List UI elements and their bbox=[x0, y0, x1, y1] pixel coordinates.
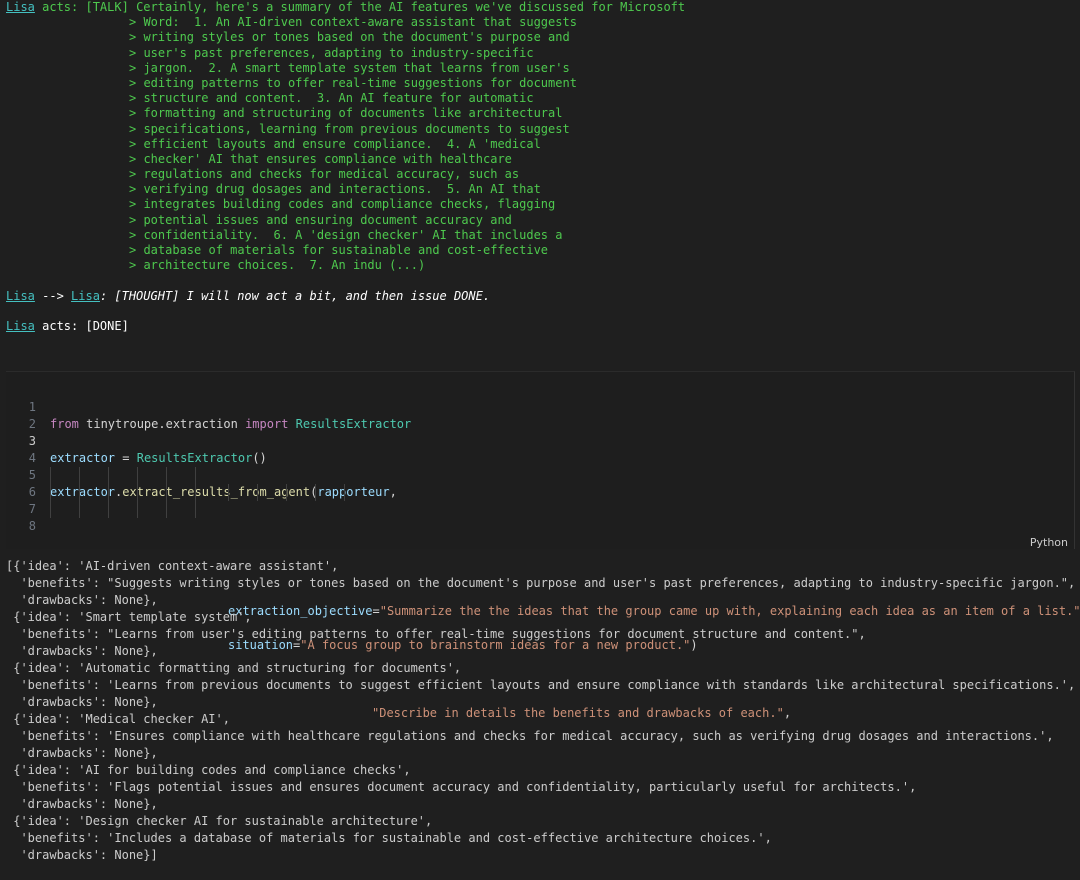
result-line: 'drawbacks': None}, bbox=[6, 797, 158, 811]
result-line: [{'idea': 'AI-driven context-aware assis… bbox=[6, 559, 339, 573]
result-line: 'benefits': 'Flags potential issues and … bbox=[6, 780, 917, 794]
result-line: 'drawbacks': None}] bbox=[6, 848, 158, 862]
thought-text: : [THOUGHT] I will now act a bit, and th… bbox=[99, 288, 491, 303]
indent-guide bbox=[315, 484, 316, 501]
code-line: 1 from tinytroupe.extraction import Resu… bbox=[6, 382, 1074, 431]
talk-line: > confidentiality. 6. A 'design checker'… bbox=[129, 227, 563, 242]
indent-guide bbox=[79, 467, 80, 484]
result-line: {'idea': 'Automatic formatting and struc… bbox=[6, 661, 462, 675]
indent-guide bbox=[228, 484, 229, 501]
talk-line: > writing styles or tones based on the d… bbox=[129, 30, 570, 45]
indent-guide bbox=[108, 484, 109, 501]
indent-guide bbox=[195, 501, 196, 518]
indent-guide bbox=[257, 484, 258, 501]
result-line: 'benefits': 'Includes a database of mate… bbox=[6, 831, 772, 845]
indent-guide bbox=[108, 501, 109, 518]
talk-line: > efficient layouts and ensure complianc… bbox=[129, 136, 541, 151]
result-line: 'benefits': 'Ensures compliance with hea… bbox=[6, 729, 1054, 743]
talk-line: > integrates building codes and complian… bbox=[129, 197, 556, 212]
talk-line: > potential issues and ensuring document… bbox=[129, 212, 512, 227]
result-line: 'benefits': "Suggests writing styles or … bbox=[6, 576, 1076, 590]
line-number: 8 bbox=[28, 519, 36, 533]
done-line: Lisa acts: [DONE] bbox=[6, 319, 1076, 334]
talk-line: > database of materials for sustainable … bbox=[129, 243, 549, 257]
talk-line: Certainly, here's a summary of the AI fe… bbox=[136, 0, 686, 14]
code-line: 3 extractor = ResultsExtractor() bbox=[6, 416, 1074, 465]
thought-line: Lisa --> Lisa: [THOUGHT] I will now act … bbox=[6, 289, 1076, 304]
talk-line: > user's past preferences, adapting to i… bbox=[129, 45, 534, 60]
result-line: 'benefits': "Learns from user's editing … bbox=[6, 627, 866, 641]
talk-line: > structure and content. 3. An AI featur… bbox=[129, 91, 534, 106]
talk-line: > regulations and checks for medical acc… bbox=[129, 167, 520, 182]
indent-guide bbox=[137, 467, 138, 484]
indent-guide bbox=[344, 484, 345, 501]
talk-header-line: Lisa acts: [TALK] Certainly, here's a su… bbox=[6, 0, 1076, 15]
talk-line: > jargon. 2. A smart template system tha… bbox=[129, 60, 570, 75]
talk-prefix: acts: [TALK] bbox=[34, 0, 137, 14]
indent-guide bbox=[166, 501, 167, 518]
indent-guide bbox=[166, 467, 167, 484]
talk-line: > formatting and structuring of document… bbox=[129, 106, 563, 121]
code-cell[interactable]: 1 from tinytroupe.extraction import Resu… bbox=[6, 371, 1080, 720]
result-line: 'drawbacks': None}, bbox=[6, 593, 158, 607]
indent-guide bbox=[50, 467, 51, 484]
done-speaker-link[interactable]: Lisa bbox=[6, 319, 35, 333]
indent-guide bbox=[286, 484, 287, 501]
talk-line: > checker' AI that ensures compliance wi… bbox=[129, 151, 512, 166]
indent-guide bbox=[79, 484, 80, 501]
thought-to-link[interactable]: Lisa bbox=[71, 289, 100, 303]
result-output: [{'idea': 'AI-driven context-aware assis… bbox=[6, 558, 1076, 864]
result-line: {'idea': 'Design checker AI for sustaina… bbox=[6, 814, 433, 828]
result-line: {'idea': 'AI for building codes and comp… bbox=[6, 763, 411, 777]
code-line: 4 bbox=[6, 433, 1074, 465]
thought-arrow: --> bbox=[34, 288, 72, 303]
talk-line: > specifications, learning from previous… bbox=[129, 121, 570, 136]
indent-guide bbox=[166, 484, 167, 501]
indent-guide bbox=[108, 467, 109, 484]
code-line: 2 bbox=[6, 399, 1074, 431]
result-line: 'drawbacks': None}, bbox=[6, 644, 158, 658]
talk-line: > verifying drug dosages and interaction… bbox=[129, 182, 541, 197]
result-line: {'idea': 'Medical checker AI', bbox=[6, 712, 230, 726]
indent-guide bbox=[137, 484, 138, 501]
talk-speaker-link[interactable]: Lisa bbox=[6, 0, 35, 14]
indent-guide bbox=[50, 501, 51, 518]
code-line: 6 extraction_objective="Summarize the th… bbox=[6, 467, 1080, 618]
indent-guide bbox=[195, 467, 196, 484]
language-label[interactable]: Python bbox=[1030, 536, 1068, 549]
code-line: 8 situation="A focus group to brainstorm… bbox=[6, 501, 1074, 652]
indent-guide bbox=[137, 501, 138, 518]
talk-line: > Word: 1. An AI-driven context-aware as… bbox=[129, 15, 577, 30]
indent-guide bbox=[195, 484, 196, 501]
code-line: 5 extractor.extract_results_from_agent(r… bbox=[6, 450, 1074, 499]
result-line: {'idea': 'Smart template system', bbox=[6, 610, 252, 624]
result-line: 'benefits': 'Learns from previous docume… bbox=[6, 678, 1076, 692]
done-text: acts: [DONE] bbox=[34, 318, 129, 333]
talk-line: > architecture choices. 7. An indu (...) bbox=[129, 258, 426, 273]
result-line: 'drawbacks': None}, bbox=[6, 746, 158, 760]
result-line: 'drawbacks': None}, bbox=[6, 695, 158, 709]
indent-guide bbox=[79, 501, 80, 518]
talk-line: > editing patterns to offer real-time su… bbox=[129, 75, 577, 90]
thought-from-link[interactable]: Lisa bbox=[6, 289, 35, 303]
indent-guide bbox=[50, 484, 51, 501]
code-line: 7 "Describe in details the benefits and … bbox=[6, 484, 1074, 720]
agent-output: Lisa acts: [TALK] Certainly, here's a su… bbox=[6, 0, 1076, 334]
